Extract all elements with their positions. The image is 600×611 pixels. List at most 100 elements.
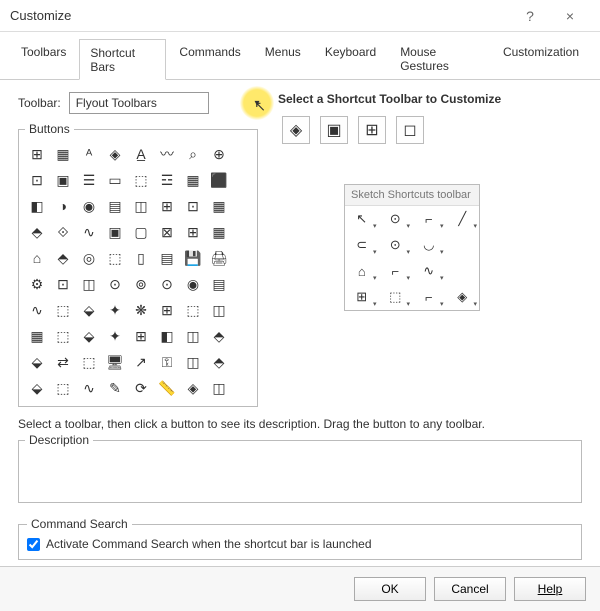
toolbar-button-26[interactable]: ∿ <box>77 220 101 244</box>
toolbar-button-14[interactable]: ▦ <box>181 168 205 192</box>
ok-button[interactable]: OK <box>354 577 426 601</box>
sketch-button-11[interactable] <box>446 258 480 284</box>
toolbar-button-36[interactable]: ▯ <box>129 246 153 270</box>
toolbar-button-57[interactable]: ⬚ <box>51 324 75 348</box>
toolbar-button-52[interactable]: ❋ <box>129 298 153 322</box>
toolbar-button-21[interactable]: ⊞ <box>155 194 179 218</box>
toolbar-button-12[interactable]: ⬚ <box>129 168 153 192</box>
toolbar-button-6[interactable]: ⌕ <box>181 142 205 166</box>
toolbar-button-27[interactable]: ▣ <box>103 220 127 244</box>
target-sketch[interactable]: ◻ <box>396 116 424 144</box>
toolbar-button-55[interactable]: ◫ <box>207 298 231 322</box>
toolbar-button-8[interactable]: ⊡ <box>25 168 49 192</box>
toolbar-button-17[interactable]: ◑ <box>51 194 75 218</box>
toolbar-button-72[interactable]: ⬙ <box>25 376 49 400</box>
sketch-button-9[interactable]: ⌐▾ <box>379 258 413 284</box>
tab-keyboard[interactable]: Keyboard <box>314 38 387 79</box>
toolbar-button-58[interactable]: ⬙ <box>77 324 101 348</box>
cancel-button[interactable]: Cancel <box>434 577 506 601</box>
toolbar-button-10[interactable]: ☰ <box>77 168 101 192</box>
toolbar-button-32[interactable]: ⌂ <box>25 246 49 270</box>
toolbar-button-11[interactable]: ▭ <box>103 168 127 192</box>
toolbar-button-45[interactable]: ⊙ <box>155 272 179 296</box>
toolbar-button-41[interactable]: ⊡ <box>51 272 75 296</box>
help-icon[interactable]: ? <box>510 8 550 24</box>
toolbar-button-68[interactable]: ↗ <box>129 350 153 374</box>
sketch-button-1[interactable]: ⊙▾ <box>379 206 413 232</box>
toolbar-button-53[interactable]: ⊞ <box>155 298 179 322</box>
toolbar-button-42[interactable]: ◫ <box>77 272 101 296</box>
target-part[interactable]: ◈ <box>282 116 310 144</box>
toolbar-button-23[interactable]: ▦ <box>207 194 231 218</box>
tab-shortcut-bars[interactable]: Shortcut Bars <box>79 39 166 80</box>
sketch-button-8[interactable]: ⌂▾ <box>345 258 379 284</box>
target-drawing[interactable]: ⊞ <box>358 116 386 144</box>
toolbar-button-77[interactable]: 📏 <box>155 376 179 400</box>
toolbar-button-35[interactable]: ⬚ <box>103 246 127 270</box>
toolbar-button-46[interactable]: ◉ <box>181 272 205 296</box>
toolbar-button-61[interactable]: ◧ <box>155 324 179 348</box>
toolbar-button-3[interactable]: ◈ <box>103 142 127 166</box>
toolbar-button-65[interactable]: ⇄ <box>51 350 75 374</box>
toolbar-button-29[interactable]: ⊠ <box>155 220 179 244</box>
toolbar-button-24[interactable]: ⬘ <box>25 220 49 244</box>
toolbar-button-0[interactable]: ⊞ <box>25 142 49 166</box>
toolbar-button-38[interactable]: 💾 <box>181 246 205 270</box>
toolbar-dropdown[interactable]: Flyout Toolbars ▾ ↖ <box>69 92 258 114</box>
toolbar-button-31[interactable]: ▦ <box>207 220 231 244</box>
toolbar-button-59[interactable]: ✦ <box>103 324 127 348</box>
toolbar-button-40[interactable]: ⚙ <box>25 272 49 296</box>
toolbar-button-13[interactable]: ☲ <box>155 168 179 192</box>
toolbar-button-16[interactable]: ◧ <box>25 194 49 218</box>
toolbar-button-66[interactable]: ⬚ <box>77 350 101 374</box>
sketch-button-4[interactable]: ⊂▾ <box>345 232 379 258</box>
toolbar-button-18[interactable]: ◉ <box>77 194 101 218</box>
toolbar-button-25[interactable]: ⟐ <box>51 220 75 244</box>
sketch-button-10[interactable]: ∿▾ <box>412 258 446 284</box>
sketch-button-12[interactable]: ⊞▾ <box>345 284 379 310</box>
toolbar-button-4[interactable]: A̲ <box>129 142 153 166</box>
toolbar-button-47[interactable]: ▤ <box>207 272 231 296</box>
chevron-down-icon[interactable]: ▾ <box>240 86 274 120</box>
sketch-button-14[interactable]: ⌐▾ <box>412 284 446 310</box>
toolbar-button-39[interactable]: 🖨 <box>207 246 231 270</box>
sketch-button-5[interactable]: ⊙▾ <box>379 232 413 258</box>
toolbar-button-67[interactable]: 🖥 <box>103 350 127 374</box>
toolbar-button-56[interactable]: ▦ <box>25 324 49 348</box>
sketch-button-3[interactable]: ╱▾ <box>446 206 480 232</box>
toolbar-button-1[interactable]: ▦ <box>51 142 75 166</box>
tab-mouse-gestures[interactable]: Mouse Gestures <box>389 38 490 79</box>
toolbar-button-9[interactable]: ▣ <box>51 168 75 192</box>
tab-toolbars[interactable]: Toolbars <box>10 38 77 79</box>
toolbar-button-69[interactable]: ⚿ <box>155 350 179 374</box>
toolbar-button-63[interactable]: ⬘ <box>207 324 231 348</box>
toolbar-button-48[interactable]: ∿ <box>25 298 49 322</box>
tab-menus[interactable]: Menus <box>254 38 312 79</box>
toolbar-button-30[interactable]: ⊞ <box>181 220 205 244</box>
sketch-button-6[interactable]: ◡▾ <box>412 232 446 258</box>
sketch-button-2[interactable]: ⌐▾ <box>412 206 446 232</box>
activate-command-search-checkbox[interactable]: Activate Command Search when the shortcu… <box>27 537 573 551</box>
toolbar-button-43[interactable]: ⊙ <box>103 272 127 296</box>
toolbar-button-2[interactable]: ᴬ <box>77 142 101 166</box>
toolbar-button-64[interactable]: ⬙ <box>25 350 49 374</box>
toolbar-button-7[interactable]: ⊕ <box>207 142 231 166</box>
toolbar-button-44[interactable]: ⊚ <box>129 272 153 296</box>
toolbar-button-70[interactable]: ◫ <box>181 350 205 374</box>
tab-commands[interactable]: Commands <box>168 38 251 79</box>
toolbar-button-28[interactable]: ▢ <box>129 220 153 244</box>
help-button[interactable]: Help <box>514 577 586 601</box>
close-icon[interactable]: × <box>550 8 590 24</box>
toolbar-button-50[interactable]: ⬙ <box>77 298 101 322</box>
sketch-button-0[interactable]: ↖▾ <box>345 206 379 232</box>
toolbar-button-22[interactable]: ⊡ <box>181 194 205 218</box>
toolbar-button-60[interactable]: ⊞ <box>129 324 153 348</box>
toolbar-button-73[interactable]: ⬚ <box>51 376 75 400</box>
toolbar-button-5[interactable]: 〰 <box>155 142 179 166</box>
tab-customization[interactable]: Customization <box>492 38 590 79</box>
sketch-button-13[interactable]: ⬚▾ <box>379 284 413 310</box>
toolbar-button-74[interactable]: ∿ <box>77 376 101 400</box>
target-assembly[interactable]: ▣ <box>320 116 348 144</box>
toolbar-button-51[interactable]: ✦ <box>103 298 127 322</box>
toolbar-button-71[interactable]: ⬘ <box>207 350 231 374</box>
